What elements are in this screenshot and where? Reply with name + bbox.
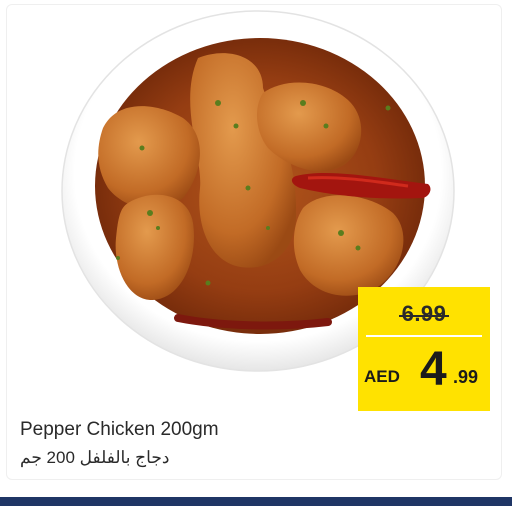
old-price-value: 6.99 [398, 301, 450, 326]
bottom-bar [0, 497, 512, 506]
price-integer: 4 [420, 343, 447, 396]
product-name-english: Pepper Chicken 200gm [20, 419, 219, 440]
product-card[interactable]: 6.99 AED 4 .99 Pepper Chicken 200gm دجاج… [0, 0, 512, 506]
price-decimal: .99 [453, 367, 479, 387]
new-price: AED 4 .99 [358, 343, 490, 403]
price-divider [366, 335, 482, 337]
product-name-arabic: دجاج بالفلفل 200 جم [20, 448, 170, 467]
price-tag: 6.99 AED 4 .99 [358, 287, 490, 411]
currency-label: AED [364, 367, 400, 386]
old-price: 6.99 [358, 297, 490, 331]
